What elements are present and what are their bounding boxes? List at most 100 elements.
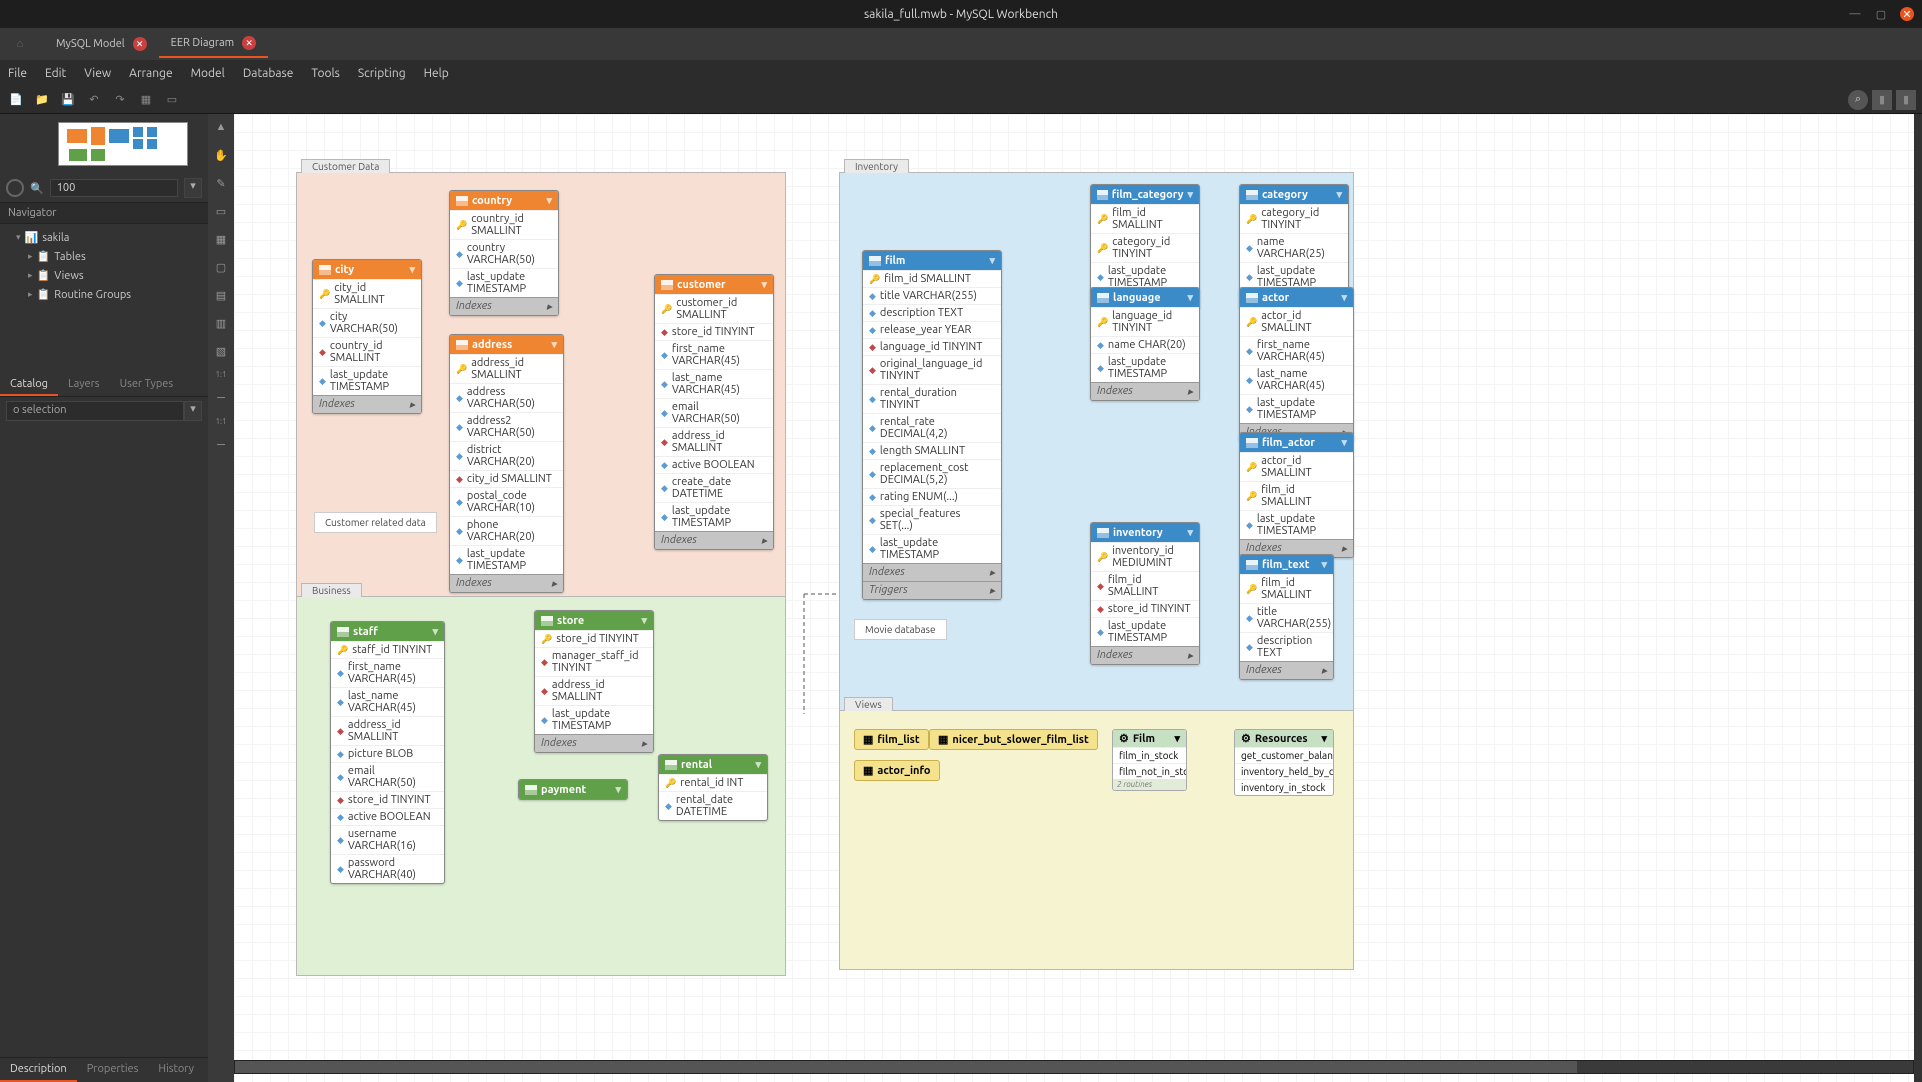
rel-nm-icon[interactable]: ─ bbox=[212, 436, 230, 454]
table-icon bbox=[661, 280, 673, 290]
hand-tool-icon[interactable]: ✋ bbox=[212, 146, 230, 164]
col-icon: ◆ bbox=[456, 278, 463, 289]
table-address[interactable]: address▾ 🔑address_id SMALLINT ◆address V… bbox=[449, 334, 564, 593]
view-icon: ▦ bbox=[938, 733, 948, 746]
align-icon[interactable]: ▭ bbox=[162, 90, 182, 110]
table-film-text[interactable]: film_text▾ 🔑film_id SMALLINT ◆title VARC… bbox=[1239, 554, 1334, 680]
layer-label: Inventory bbox=[844, 159, 909, 173]
table-actor[interactable]: actor▾ 🔑actor_id SMALLINT ◆first_name VA… bbox=[1239, 287, 1354, 442]
menu-bar: File Edit View Arrange Model Database To… bbox=[0, 60, 1922, 86]
zoom-fit-icon[interactable] bbox=[6, 179, 24, 197]
tab-close-icon[interactable]: ✕ bbox=[242, 36, 256, 50]
tab-properties[interactable]: Properties bbox=[77, 1058, 149, 1082]
home-icon[interactable]: ⌂ bbox=[8, 32, 32, 56]
scrollbar-thumb[interactable] bbox=[235, 1061, 1577, 1073]
sidebar: 🔍 100 ▾ Navigator ▾📊 sakila ▸📋 Tables ▸📋… bbox=[0, 114, 208, 1082]
table-film[interactable]: film▾ 🔑film_id SMALLINT ◆title VARCHAR(2… bbox=[862, 250, 1002, 600]
table-payment[interactable]: payment▾ bbox=[518, 779, 628, 800]
diagram-canvas[interactable]: Customer Data Customer related data Inve… bbox=[234, 114, 1914, 1082]
collapse-icon[interactable]: ▾ bbox=[409, 263, 415, 276]
redo-icon[interactable]: ↷ bbox=[110, 90, 130, 110]
view-actor-info[interactable]: ▦actor_info bbox=[854, 760, 940, 781]
new-file-icon[interactable]: 📄 bbox=[6, 90, 26, 110]
menu-model[interactable]: Model bbox=[191, 67, 225, 80]
tab-label: MySQL Model bbox=[56, 38, 125, 50]
image-tool-icon[interactable]: ▢ bbox=[212, 258, 230, 276]
nav-routines[interactable]: ▸📋 Routine Groups bbox=[0, 285, 208, 304]
menu-database[interactable]: Database bbox=[243, 67, 294, 80]
tab-layers[interactable]: Layers bbox=[58, 374, 110, 396]
table-customer[interactable]: customer▾ 🔑customer_id SMALLINT ◆store_i… bbox=[654, 274, 774, 550]
toolbar: 📄 📁 💾 ↶ ↷ ▦ ▭ ⌕ ▮ ▮ bbox=[0, 86, 1922, 114]
table-inventory[interactable]: inventory▾ 🔑inventory_id MEDIUMINT ◆film… bbox=[1090, 522, 1200, 665]
open-file-icon[interactable]: 📁 bbox=[32, 90, 52, 110]
table-icon bbox=[869, 256, 881, 266]
menu-edit[interactable]: Edit bbox=[45, 67, 66, 80]
collapse-icon[interactable]: ▾ bbox=[546, 194, 552, 207]
gear-icon: ⚙ bbox=[1241, 732, 1251, 745]
gear-icon: ⚙ bbox=[1119, 732, 1129, 745]
zoom-magnifier-icon[interactable]: 🔍 bbox=[30, 182, 44, 195]
maximize-button[interactable]: ▢ bbox=[1874, 7, 1888, 21]
minimize-button[interactable]: — bbox=[1848, 7, 1862, 21]
tab-history[interactable]: History bbox=[148, 1058, 204, 1082]
catalog-selection[interactable]: o selection bbox=[6, 401, 184, 421]
note-tool-icon[interactable]: ▦ bbox=[212, 230, 230, 248]
menu-tools[interactable]: Tools bbox=[311, 67, 340, 80]
menu-help[interactable]: Help bbox=[424, 67, 449, 80]
menu-scripting[interactable]: Scripting bbox=[358, 67, 406, 80]
table-city[interactable]: city▾ 🔑city_id SMALLINT ◆city VARCHAR(50… bbox=[312, 259, 422, 414]
table-tool-icon[interactable]: ▤ bbox=[212, 286, 230, 304]
table-store[interactable]: store▾ 🔑store_id TINYINT ◆manager_staff_… bbox=[534, 610, 654, 753]
table-language[interactable]: language▾ 🔑language_id TINYINT ◆name CHA… bbox=[1090, 287, 1200, 401]
grid-icon[interactable]: ▦ bbox=[136, 90, 156, 110]
tab-catalog[interactable]: Catalog bbox=[0, 374, 58, 396]
pointer-tool-icon[interactable]: ▲ bbox=[212, 118, 230, 136]
routine-tool-icon[interactable]: ▧ bbox=[212, 342, 230, 360]
nav-tables[interactable]: ▸📋 Tables bbox=[0, 247, 208, 266]
panel-right-icon[interactable]: ▮ bbox=[1896, 90, 1916, 110]
menu-file[interactable]: File bbox=[8, 67, 27, 80]
routine-group-film[interactable]: ⚙Film▾ film_in_stock film_not_in_stock 2… bbox=[1112, 729, 1187, 791]
table-rental[interactable]: rental▾ 🔑rental_id INT ◆rental_date DATE… bbox=[658, 754, 768, 821]
main-area: 🔍 100 ▾ Navigator ▾📊 sakila ▸📋 Tables ▸📋… bbox=[0, 114, 1922, 1082]
view-tool-icon[interactable]: ▥ bbox=[212, 314, 230, 332]
layer-note-customer[interactable]: Customer related data bbox=[314, 512, 437, 533]
eraser-tool-icon[interactable]: ✎ bbox=[212, 174, 230, 192]
tab-mysql-model[interactable]: MySQL Model ✕ bbox=[44, 31, 159, 57]
search-icon[interactable]: ⌕ bbox=[1848, 90, 1868, 110]
overview-panel bbox=[0, 114, 208, 174]
rel-1n-icon[interactable]: ─ bbox=[212, 389, 230, 407]
document-tabs: ⌂ MySQL Model ✕ EER Diagram ✕ bbox=[0, 28, 1922, 60]
tab-user-types[interactable]: User Types bbox=[110, 374, 184, 396]
view-icon: ▦ bbox=[863, 733, 873, 746]
routine-group-resources[interactable]: ⚙Resources▾ get_customer_balance invento… bbox=[1234, 729, 1334, 796]
tab-description[interactable]: Description bbox=[0, 1058, 77, 1082]
table-film-actor[interactable]: film_actor▾ 🔑actor_id SMALLINT 🔑film_id … bbox=[1239, 432, 1354, 558]
zoom-value[interactable]: 100 bbox=[50, 179, 178, 197]
panel-left-icon[interactable]: ▮ bbox=[1872, 90, 1892, 110]
undo-icon[interactable]: ↶ bbox=[84, 90, 104, 110]
nav-views[interactable]: ▸📋 Views bbox=[0, 266, 208, 285]
layer-tool-icon[interactable]: ▭ bbox=[212, 202, 230, 220]
zoom-controls: 🔍 100 ▾ bbox=[0, 174, 208, 203]
window-title: sakila_full.mwb - MySQL Workbench bbox=[864, 8, 1058, 21]
table-staff[interactable]: staff▾ 🔑staff_id TINYINT ◆first_name VAR… bbox=[330, 621, 445, 884]
save-file-icon[interactable]: 💾 bbox=[58, 90, 78, 110]
zoom-dropdown[interactable]: ▾ bbox=[184, 178, 202, 198]
layer-note-inventory[interactable]: Movie database bbox=[854, 619, 947, 640]
diagram-overview[interactable] bbox=[58, 122, 188, 166]
view-film-list[interactable]: ▦film_list bbox=[854, 729, 929, 750]
tab-close-icon[interactable]: ✕ bbox=[133, 37, 147, 51]
view-nicer-film-list[interactable]: ▦nicer_but_slower_film_list bbox=[929, 729, 1098, 750]
catalog-dropdown[interactable]: ▾ bbox=[184, 401, 202, 421]
tab-eer-diagram[interactable]: EER Diagram ✕ bbox=[159, 30, 268, 58]
diagram-toolbar: ▲ ✋ ✎ ▭ ▦ ▢ ▤ ▥ ▧ 1:1 ─ 1:1 ─ bbox=[208, 114, 234, 1082]
menu-arrange[interactable]: Arrange bbox=[129, 67, 172, 80]
close-button[interactable]: ✕ bbox=[1900, 7, 1914, 21]
table-country[interactable]: country▾ 🔑country_id SMALLINT ◆country V… bbox=[449, 190, 559, 316]
horizontal-scrollbar[interactable] bbox=[234, 1060, 1914, 1074]
menu-view[interactable]: View bbox=[84, 67, 111, 80]
nav-schema[interactable]: ▾📊 sakila bbox=[0, 228, 208, 247]
col-icon: ◆ bbox=[456, 249, 463, 260]
